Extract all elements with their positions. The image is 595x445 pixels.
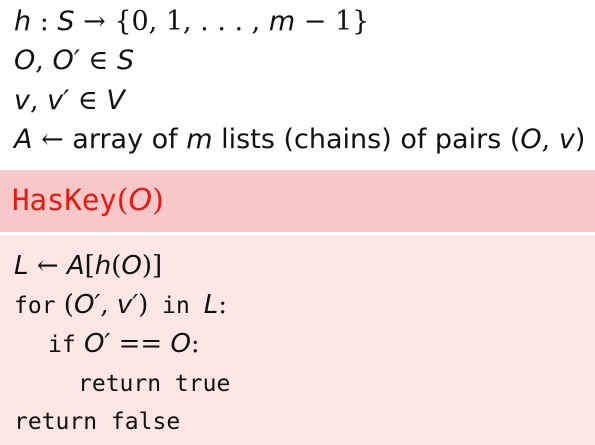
math-var-O: O <box>520 124 542 155</box>
bracket-close: ] <box>152 251 163 281</box>
math-var-v: v <box>558 124 575 155</box>
definitions-block: h : S → {0, 1, . . . , m − 1} O, O′ ∈ S … <box>0 0 595 170</box>
math-text: − 1} <box>295 6 370 37</box>
array-definition: A ← array of m lists (chains) of pairs (… <box>14 122 585 158</box>
math-var-O-prime: O′ <box>52 45 80 76</box>
objects-definition: O, O′ ∈ S <box>14 43 134 79</box>
keyword-in: in <box>148 293 204 319</box>
math-var-S: S <box>116 45 135 76</box>
code-line-lookup: L ← A[h(O)] <box>14 248 162 284</box>
return-false-statement: return false <box>14 409 181 435</box>
math-var-V: V <box>106 85 125 116</box>
math-var-m: m <box>186 124 213 155</box>
colon: : <box>218 290 227 320</box>
math-var-h: h <box>14 6 32 37</box>
math-var-h: h <box>94 251 112 281</box>
paren-close: ) <box>152 183 164 218</box>
keyword-for: for <box>14 293 56 319</box>
code-line-if: if O′ == O: <box>48 326 200 362</box>
function-param: O <box>128 183 153 218</box>
math-var-v-prime: v′ <box>47 85 70 116</box>
function-signature: HasKey(O) <box>12 180 164 221</box>
math-var-L: L <box>203 290 219 320</box>
math-var-v-prime: v′ <box>116 290 139 320</box>
comma: , <box>100 290 117 320</box>
math-var-A: A <box>14 124 33 155</box>
hash-function-definition: h : S → {0, 1, . . . , m − 1} <box>14 4 369 40</box>
function-title-bar: HasKey(O) <box>0 170 595 232</box>
math-var-O-prime: O′ <box>73 290 101 320</box>
math-var-O: O <box>170 329 191 359</box>
paren-open: ( <box>111 251 122 281</box>
paren-open: ( <box>116 183 129 218</box>
math-text: ∈ <box>79 45 117 76</box>
plain-text: lists (chains) of pairs ( <box>212 124 521 155</box>
math-var-v: v <box>14 85 30 116</box>
math-var-O-prime: O′ <box>75 329 111 359</box>
equality-operator: == <box>110 329 171 359</box>
paren-close: ) <box>141 251 153 281</box>
function-body: L ← A[h(O)] for (O′, v′) in L: if O′ == … <box>0 235 595 445</box>
math-var-S: S <box>57 6 75 37</box>
code-line-return-false: return false <box>14 403 180 439</box>
math-text: → {0, 1, . . . , <box>74 6 269 37</box>
paren-close: ) <box>138 290 149 320</box>
math-text: ∈ <box>69 85 107 116</box>
code-line-for: for (O′, v′) in L: <box>14 287 227 323</box>
math-text: , <box>29 85 48 116</box>
math-var-L: L <box>14 251 29 281</box>
bracket-open: [ <box>84 251 95 281</box>
plain-text: ) <box>574 124 586 155</box>
math-var-m: m <box>268 6 296 37</box>
colon: : <box>190 329 200 359</box>
math-var-O: O <box>121 251 142 281</box>
plain-text: array of <box>72 124 187 155</box>
code-line-return-true: return true <box>78 365 230 401</box>
assign-arrow: ← <box>28 251 67 281</box>
function-name: HasKey <box>12 183 117 217</box>
math-text: : <box>31 6 58 37</box>
math-var-A: A <box>66 251 85 281</box>
values-definition: v, v′ ∈ V <box>14 83 125 119</box>
math-var-O: O <box>14 45 36 76</box>
paren-open: ( <box>55 290 74 320</box>
math-text: , <box>35 45 53 76</box>
math-text: ← <box>32 124 73 155</box>
return-true-statement: return true <box>78 371 231 397</box>
math-text: , <box>541 124 559 155</box>
keyword-if: if <box>48 332 76 358</box>
